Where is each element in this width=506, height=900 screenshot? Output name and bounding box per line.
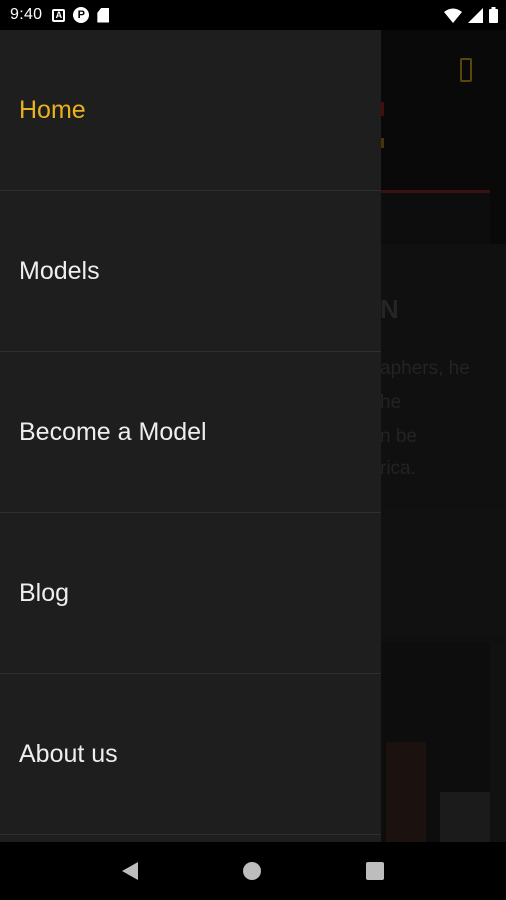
back-icon[interactable]	[122, 862, 139, 880]
drawer-item-become-a-model[interactable]: Become a Model	[0, 352, 381, 513]
wifi-icon	[444, 8, 462, 23]
drawer-item-blog[interactable]: Blog	[0, 513, 381, 674]
signal-icon	[468, 7, 483, 23]
status-time: 9:40	[10, 6, 43, 23]
battery-icon	[489, 7, 498, 23]
drawer-item-models[interactable]: Models	[0, 191, 381, 352]
navigation-drawer: Home Models Become a Model Blog About us	[0, 30, 381, 842]
drawer-item-home[interactable]: Home	[0, 30, 381, 191]
p-circle-icon: P	[73, 7, 90, 23]
sd-card-icon	[97, 7, 110, 23]
drawer-item-about-us[interactable]: About us	[0, 674, 381, 835]
a-box-icon: A	[52, 8, 66, 22]
status-bar: 9:40 A P	[0, 0, 506, 30]
recents-icon[interactable]	[365, 862, 384, 880]
system-icons	[444, 7, 498, 23]
notification-icons: A P	[52, 7, 110, 23]
system-nav-bar	[0, 842, 506, 900]
home-icon[interactable]	[242, 862, 261, 880]
